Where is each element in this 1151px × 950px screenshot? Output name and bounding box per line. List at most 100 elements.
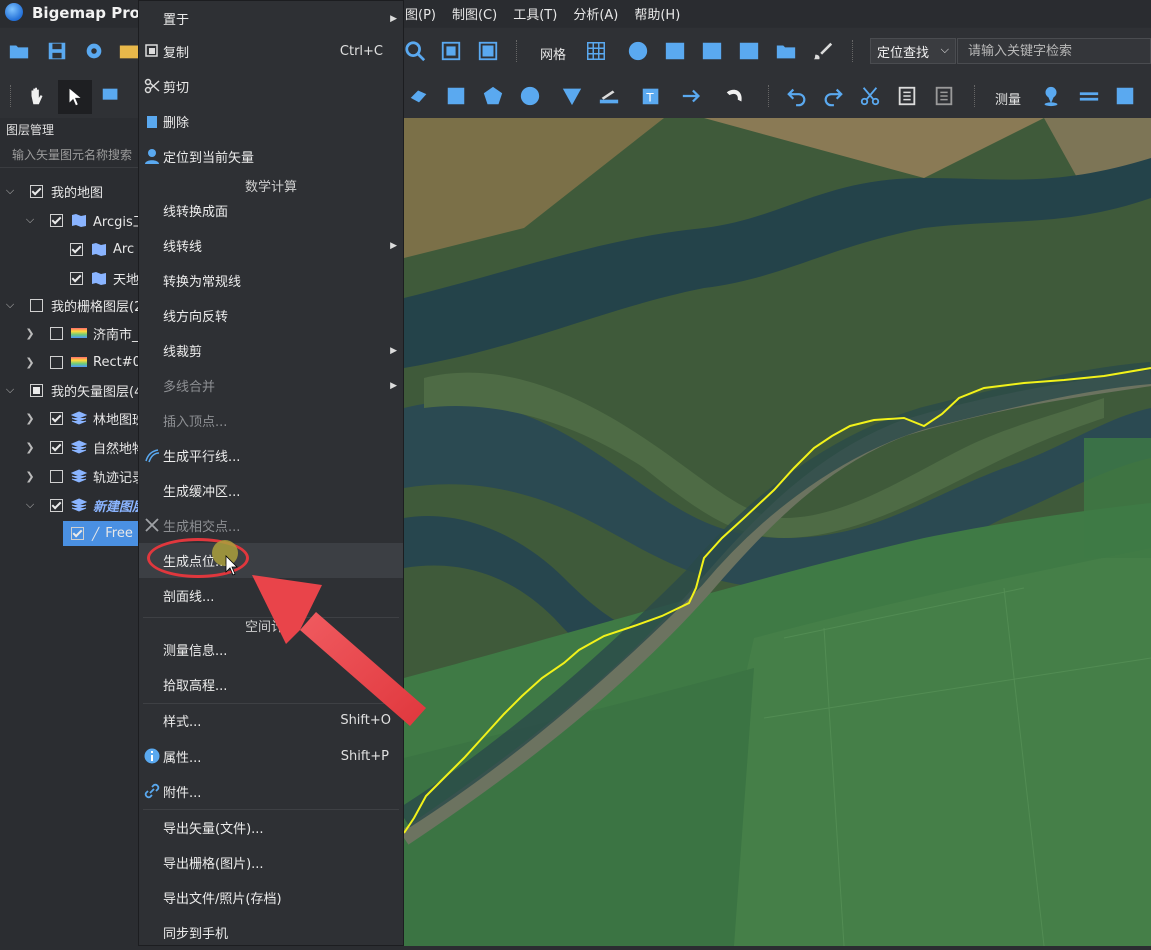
chevron-down-icon[interactable]: ⌵ [4,184,16,198]
menu-item-pick-elevation[interactable]: 拾取高程... [139,667,403,702]
menu-analysis[interactable]: 分析(A) [573,4,618,23]
layer-checkbox[interactable] [50,440,63,454]
menu-item-measure-info[interactable]: 测量信息... [139,632,403,667]
measure-distance-icon[interactable] [1076,83,1102,109]
menu-bar: 图(P) 制图(C) 工具(T) 分析(A) 帮助(H) [405,4,680,23]
tree-row-vector-layers[interactable]: ⌵ 我的矢量图层(4 [0,376,144,404]
menu-item-export-archive[interactable]: 导出文件/照片(存档) [139,880,403,915]
menu-view[interactable]: 图(P) [405,4,436,23]
measure-area-icon[interactable] [1112,83,1138,109]
tree-row-raster-layers[interactable]: ⌵ 我的栅格图层(2 [0,291,144,319]
layer-checkbox[interactable] [50,469,63,483]
layers-icon [71,469,87,483]
menu-item-style[interactable]: 样式... Shift+O [139,703,403,738]
menu-item-line-to-line[interactable]: 线转线 ▶ [139,228,403,263]
layer-checkbox[interactable] [50,213,63,227]
mgrs-grid-icon[interactable] [736,38,762,64]
settings-gear-icon[interactable] [81,38,107,64]
menu-item-to-regular-line[interactable]: 转换为常规线 [139,263,403,298]
layer-checkbox[interactable] [30,298,43,312]
chevron-right-icon[interactable]: ❯ [24,356,36,369]
select-region-icon[interactable] [98,83,124,109]
curve-shape-icon[interactable] [722,83,748,109]
layer-checkbox[interactable] [30,184,43,198]
open-folder-icon[interactable] [6,38,32,64]
chevron-right-icon[interactable]: ❯ [24,470,36,483]
layer-search-input[interactable] [0,142,140,168]
layer-checkbox[interactable] [70,242,83,256]
menu-item-line-to-polygon[interactable]: 线转换成面 [139,193,403,228]
undo-icon[interactable] [784,83,810,109]
layer-checkbox[interactable] [70,271,83,285]
menu-item-merge-lines[interactable]: 多线合并 ▶ [139,368,403,403]
full-extent-icon[interactable] [438,38,464,64]
grid-icon[interactable] [583,38,609,64]
menu-item-copy[interactable]: 复制 Ctrl+C [139,34,403,69]
map-canvas[interactable] [404,118,1151,946]
menu-item-intersection[interactable]: 生成相交点... [139,508,403,543]
menu-help[interactable]: 帮助(H) [634,4,680,23]
text-tool-icon[interactable]: T [638,83,664,109]
locate-select[interactable]: 定位查找 ⌵ [870,38,956,64]
zoom-out-icon[interactable] [402,38,428,64]
chevron-right-icon[interactable]: ❯ [24,327,36,340]
menu-item-locate-vector[interactable]: 定位到当前矢量 [139,139,403,174]
chevron-down-icon[interactable]: ⌵ [24,498,36,512]
layer-checkbox[interactable] [50,411,63,425]
clipboard-icon[interactable] [894,83,920,109]
submenu-arrow-icon: ▶ [390,345,397,356]
menu-item-attachment[interactable]: 附件... [139,774,403,809]
save-icon[interactable] [44,38,70,64]
scissors-icon[interactable] [857,83,883,109]
menu-item-reverse-line[interactable]: 线方向反转 [139,298,403,333]
folder-open-icon[interactable] [773,38,799,64]
layer-checkbox[interactable] [50,355,63,369]
layer-checkbox[interactable] [30,383,43,397]
standard-grid-icon[interactable] [699,38,725,64]
chevron-down-icon[interactable]: ⌵ [4,298,16,312]
submenu-arrow-icon: ▶ [390,13,397,24]
km-grid-icon[interactable] [662,38,688,64]
brush-icon[interactable] [810,38,836,64]
list-icon[interactable] [931,83,957,109]
place-marker-icon[interactable] [1038,83,1064,109]
chevron-right-icon[interactable]: ❯ [24,441,36,454]
draw-circle-icon[interactable] [517,83,543,109]
menu-item-clip-line[interactable]: 线裁剪 ▶ [139,333,403,368]
menu-item-profile-line[interactable]: 剖面线... [139,578,403,613]
chevron-down-icon[interactable]: ⌵ [4,383,16,397]
keyword-search-input[interactable] [957,38,1151,64]
menu-item-parallel-line[interactable]: 生成平行线... [139,438,403,473]
menu-item-export-raster[interactable]: 导出栅格(图片)... [139,845,403,880]
fit-extent-icon[interactable] [475,38,501,64]
layer-checkbox[interactable] [50,498,63,512]
menu-item-insert-vertex[interactable]: 插入顶点... [139,403,403,438]
pan-hand-icon[interactable] [24,83,50,109]
menu-item-buffer[interactable]: 生成缓冲区... [139,473,403,508]
menu-item-properties[interactable]: 属性... Shift+P [139,739,403,774]
tree-row-my-map[interactable]: ⌵ 我的地图 [0,177,144,205]
chevron-down-icon[interactable]: ⌵ [24,213,36,227]
tree-row-free-line[interactable]: ╱ Free [63,521,139,546]
layer-checkbox[interactable] [50,326,63,340]
toolbar-divider [974,85,977,107]
menu-item-cut[interactable]: 剪切 [139,69,403,104]
menu-item-sync-phone[interactable]: 同步到手机 [139,915,403,950]
menu-item-export-vector[interactable]: 导出矢量(文件)... [139,810,403,845]
draw-polygon-icon[interactable] [480,83,506,109]
menu-tools[interactable]: 工具(T) [513,4,557,23]
submenu-arrow-icon: ▶ [390,380,397,391]
chevron-right-icon[interactable]: ❯ [24,412,36,425]
menu-item-place[interactable]: 置于 ▶ [139,1,403,36]
draw-label-icon[interactable] [596,83,622,109]
redo-icon[interactable] [820,83,846,109]
select-arrow-icon[interactable] [58,80,92,114]
menu-cartography[interactable]: 制图(C) [452,4,497,23]
draw-sector-icon[interactable] [559,83,585,109]
layer-checkbox[interactable] [71,527,84,540]
menu-item-delete[interactable]: 删除 [139,104,403,139]
draw-rectangle-icon[interactable] [443,83,469,109]
draw-line-icon[interactable] [406,83,432,109]
arrow-tool-icon[interactable] [679,83,705,109]
lonlat-grid-icon[interactable] [625,38,651,64]
